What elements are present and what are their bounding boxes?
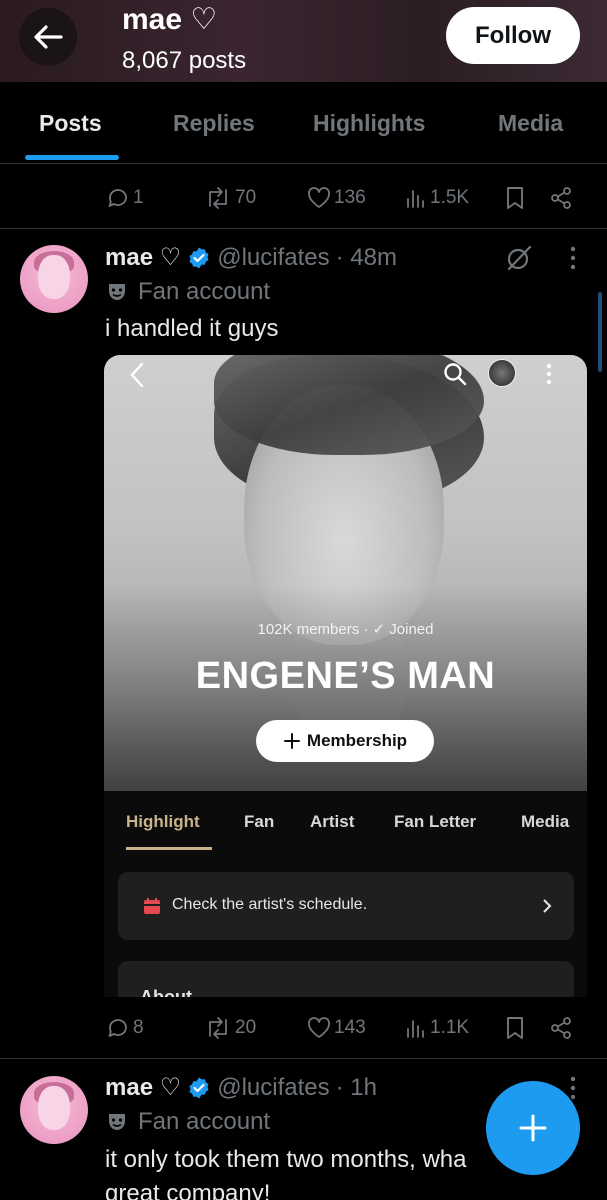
post-divider	[0, 1058, 607, 1059]
reply-count: 1	[133, 187, 144, 208]
compose-post-button[interactable]	[486, 1081, 580, 1175]
previous-post-actions: 1 70 136 1.5K	[0, 166, 607, 230]
heart-icon	[308, 187, 330, 208]
membership-button: Membership	[256, 720, 434, 762]
media-tab-fan: Fan	[244, 812, 275, 831]
masks-icon	[109, 1114, 125, 1130]
like-count: 143	[334, 1017, 366, 1038]
reply-button[interactable]: 1	[106, 166, 144, 230]
views-count: 1.1K	[430, 1017, 470, 1038]
post-media-image[interactable]: 102K members · ✓ Joined ENGENE’S MAN Mem…	[104, 355, 587, 997]
reply-button[interactable]: 8	[106, 996, 144, 1060]
like-button[interactable]: 136	[307, 166, 366, 230]
fan-account-label: Fan account	[106, 1108, 270, 1136]
media-tab-fan-letter: Fan Letter	[394, 812, 477, 831]
bookmark-icon	[507, 187, 523, 209]
search-icon	[444, 363, 467, 386]
fan-account-text: Fan account	[138, 1108, 271, 1135]
like-count: 136	[334, 187, 366, 208]
follow-button[interactable]: Follow	[446, 7, 580, 64]
share-icon	[551, 187, 571, 209]
calendar-icon	[144, 898, 160, 914]
timestamp[interactable]: · 1h	[336, 1074, 377, 1102]
handle[interactable]: @lucifates	[217, 244, 329, 272]
more-options-icon[interactable]	[566, 243, 580, 273]
views-icon	[407, 1020, 424, 1038]
post-divider	[0, 228, 607, 229]
timestamp[interactable]: · 48m	[336, 244, 397, 272]
share-button[interactable]	[549, 166, 573, 230]
grok-icon[interactable]	[505, 244, 533, 272]
tab-posts[interactable]: Posts	[39, 110, 102, 137]
reply-count: 8	[133, 1017, 144, 1038]
fan-account-label: Fan account	[106, 278, 270, 306]
schedule-card: Check the artist's schedule.	[118, 872, 574, 940]
post-text: i handled it guys	[105, 315, 279, 342]
views-button[interactable]: 1.1K	[405, 996, 469, 1060]
membership-label: Membership	[306, 731, 408, 750]
reply-icon	[108, 189, 127, 207]
tab-replies[interactable]: Replies	[173, 110, 255, 137]
schedule-text: Check the artist's schedule.	[172, 896, 368, 913]
bookmark-icon	[507, 1017, 523, 1039]
members-count: 102K members · ✓ Joined	[257, 621, 434, 638]
views-icon	[407, 190, 424, 208]
repost-button[interactable]: 70	[204, 166, 256, 230]
reply-icon	[108, 1019, 127, 1037]
community-avatar	[488, 359, 516, 387]
profile-name: mae ♡	[122, 3, 218, 36]
plus-icon	[283, 733, 300, 749]
media-tab-highlight: Highlight	[126, 812, 200, 831]
repost-count: 20	[235, 1017, 257, 1038]
plus-icon	[519, 1114, 547, 1142]
share-icon	[551, 1017, 571, 1039]
avatar[interactable]	[20, 1076, 88, 1144]
repost-icon	[209, 1017, 227, 1039]
verified-badge-icon	[189, 247, 209, 268]
tab-media[interactable]: Media	[498, 110, 563, 137]
heart-icon	[308, 1017, 330, 1038]
scrollbar-thumb[interactable]	[598, 292, 602, 372]
post-actions: 8 20 143 1.1K	[0, 996, 607, 1060]
media-tab-artist: Artist	[310, 812, 355, 831]
about-card: About	[118, 961, 574, 997]
back-button[interactable]	[19, 8, 77, 66]
post-text-line-2: great company!	[105, 1180, 271, 1200]
share-button[interactable]	[549, 996, 573, 1060]
display-name[interactable]: mae ♡	[105, 1073, 181, 1102]
profile-tabs: Posts Replies Highlights Media	[0, 82, 607, 164]
like-button[interactable]: 143	[307, 996, 366, 1060]
repost-icon	[209, 187, 227, 209]
profile-header: mae ♡ 8,067 posts Follow	[0, 0, 607, 82]
media-tab-media: Media	[521, 812, 570, 831]
media-tab-indicator	[126, 847, 212, 850]
chevron-right-icon	[543, 899, 552, 913]
avatar[interactable]	[20, 245, 88, 313]
more-options-icon	[546, 363, 552, 385]
active-tab-indicator	[25, 155, 119, 160]
display-name[interactable]: mae ♡	[105, 243, 181, 272]
community-name: ENGENE’S MAN	[195, 655, 496, 697]
views-count: 1.5K	[430, 187, 470, 208]
post-text-line-1: it only took them two months, wha	[105, 1146, 467, 1173]
handle[interactable]: @lucifates	[217, 1074, 329, 1102]
repost-button[interactable]: 20	[204, 996, 256, 1060]
post-header: mae ♡ @lucifates · 1h	[105, 1073, 377, 1102]
repost-count: 70	[235, 187, 257, 208]
fan-account-text: Fan account	[138, 278, 271, 305]
chevron-left-icon	[130, 362, 144, 388]
tab-highlights[interactable]: Highlights	[313, 110, 425, 137]
post-header: mae ♡ @lucifates · 48m	[105, 243, 397, 272]
bookmark-button[interactable]	[505, 166, 525, 230]
masks-icon	[109, 284, 125, 300]
views-button[interactable]: 1.5K	[405, 166, 469, 230]
posts-count: 8,067 posts	[122, 47, 247, 74]
bookmark-button[interactable]	[505, 996, 525, 1060]
verified-badge-icon	[189, 1077, 209, 1098]
back-arrow-icon	[34, 25, 63, 49]
